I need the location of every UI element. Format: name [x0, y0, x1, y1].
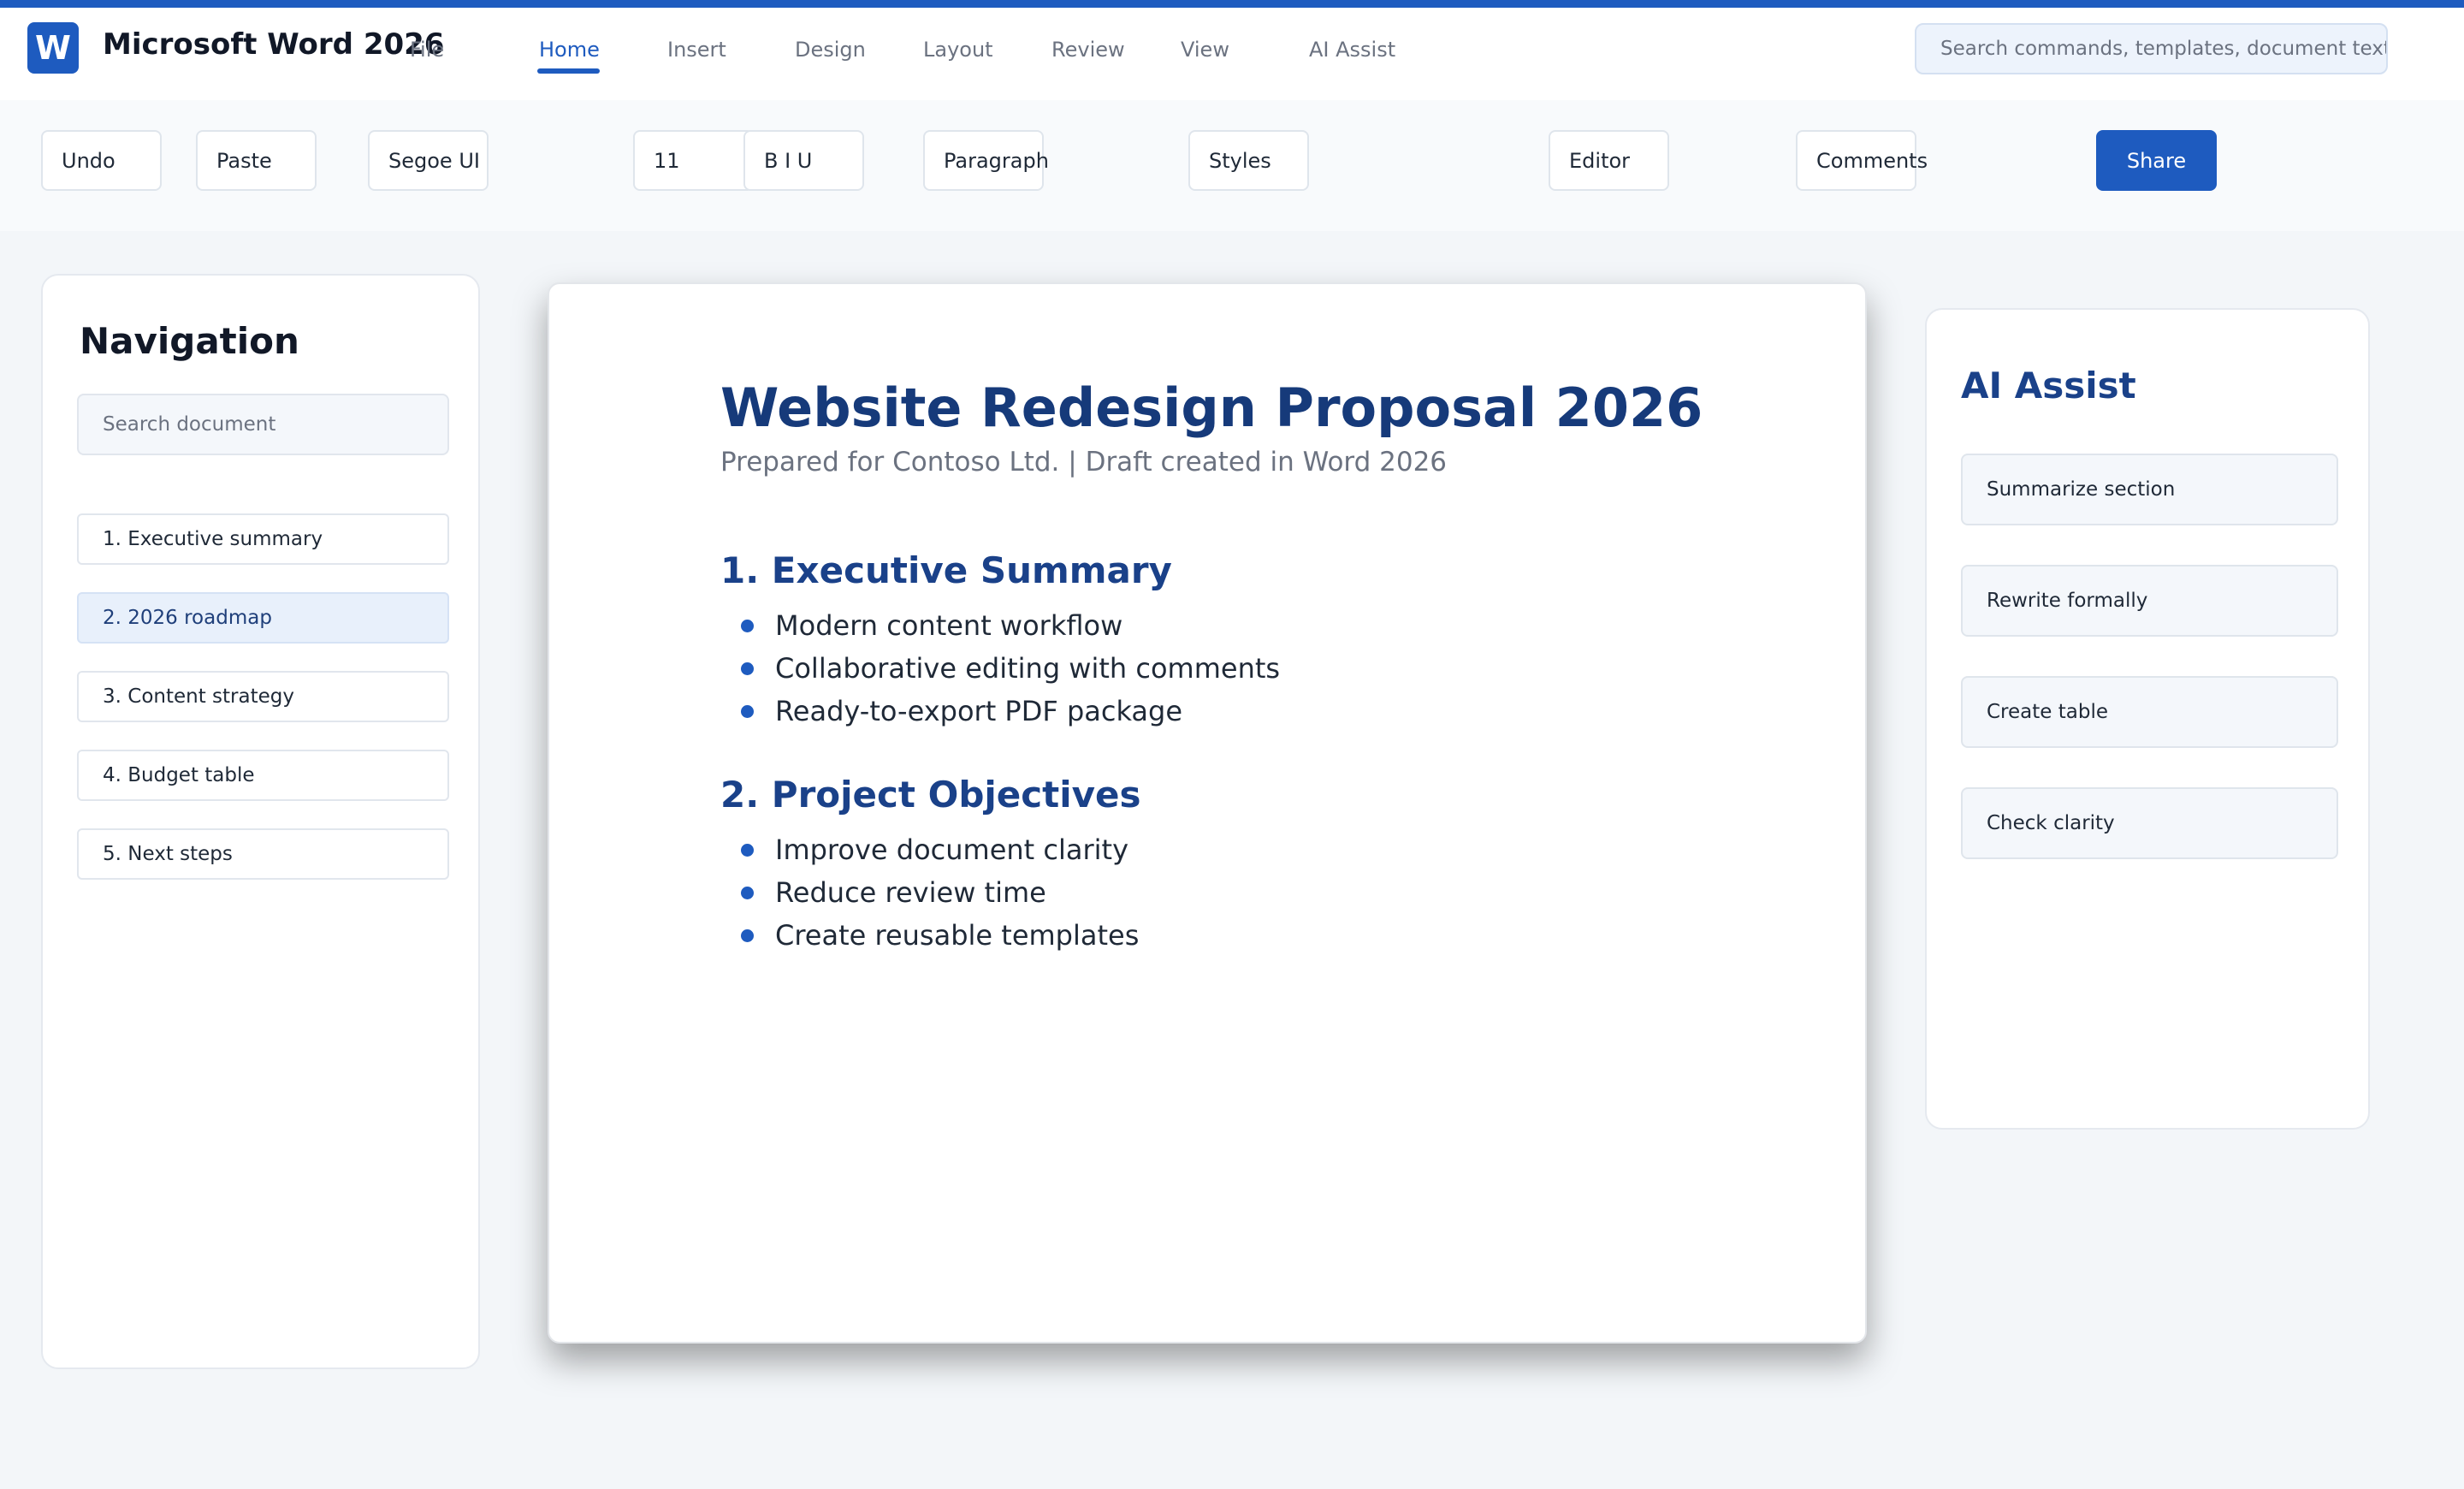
tab-view[interactable]: View — [1181, 38, 1229, 62]
tab-file[interactable]: File — [410, 38, 444, 62]
document-search-input[interactable]: Search document — [77, 394, 449, 455]
bullet-item: Ready-to-export PDF package — [775, 695, 1183, 727]
active-tab-indicator — [537, 68, 600, 74]
command-search-input[interactable]: Search commands, templates, document tex… — [1915, 23, 2388, 74]
paste-button[interactable]: Paste — [196, 130, 317, 191]
tab-design[interactable]: Design — [795, 38, 866, 62]
title-bar: W Microsoft Word 2026 File Home Insert D… — [0, 8, 2464, 100]
bold-italic-underline-buttons[interactable]: B I U — [743, 130, 864, 191]
summarize-section-button[interactable]: Summarize section — [1961, 454, 2338, 525]
tab-review[interactable]: Review — [1051, 38, 1125, 62]
bullet-dot-icon — [741, 705, 754, 718]
nav-item-content-strategy[interactable]: 3. Content strategy — [77, 671, 449, 722]
navigation-title: Navigation — [80, 320, 299, 362]
section-heading: 2. Project Objectives — [720, 774, 1141, 816]
word-logo-icon: W — [27, 22, 79, 74]
ai-assist-title: AI Assist — [1961, 365, 2136, 406]
undo-button[interactable]: Undo — [41, 130, 162, 191]
bullet-item: Improve document clarity — [775, 833, 1128, 866]
create-table-button[interactable]: Create table — [1961, 676, 2338, 748]
accent-bar — [0, 0, 2464, 8]
ribbon-toolbar: Undo Paste Segoe UI 11 B I U Paragraph S… — [0, 100, 2464, 231]
paragraph-button[interactable]: Paragraph — [923, 130, 1049, 191]
comments-button[interactable]: Comments — [1796, 130, 1928, 191]
nav-item-executive-summary[interactable]: 1. Executive summary — [77, 513, 449, 565]
navigation-pane: Navigation Search document 1. Executive … — [41, 274, 480, 1369]
editor-button[interactable]: Editor — [1549, 130, 1669, 191]
tab-home[interactable]: Home — [539, 38, 600, 62]
ai-assist-panel: AI Assist Summarize section Rewrite form… — [1925, 308, 2370, 1130]
check-clarity-button[interactable]: Check clarity — [1961, 787, 2338, 859]
bullet-item: Create reusable templates — [775, 919, 1140, 952]
document-title: Website Redesign Proposal 2026 — [720, 377, 1703, 439]
bullet-item: Reduce review time — [775, 876, 1046, 909]
bullet-dot-icon — [741, 844, 754, 857]
bullet-dot-icon — [741, 929, 754, 942]
nav-item-budget-table[interactable]: 4. Budget table — [77, 750, 449, 801]
bullet-item: Collaborative editing with comments — [775, 652, 1281, 685]
rewrite-formally-button[interactable]: Rewrite formally — [1961, 565, 2338, 637]
bullet-dot-icon — [741, 887, 754, 899]
app-title: Microsoft Word 2026 — [103, 27, 445, 62]
tab-ai-assist[interactable]: AI Assist — [1309, 38, 1395, 62]
document-page[interactable]: Website Redesign Proposal 2026 Prepared … — [548, 282, 1867, 1344]
tab-insert[interactable]: Insert — [667, 38, 726, 62]
document-subtitle: Prepared for Contoso Ltd. | Draft create… — [720, 447, 1448, 478]
share-button[interactable]: Share — [2096, 130, 2217, 191]
font-size-select[interactable]: 11 — [633, 130, 754, 191]
bullet-item: Modern content workflow — [775, 609, 1123, 642]
font-family-select[interactable]: Segoe UI — [368, 130, 489, 191]
nav-item-next-steps[interactable]: 5. Next steps — [77, 828, 449, 880]
tab-layout[interactable]: Layout — [923, 38, 993, 62]
section-heading: 1. Executive Summary — [720, 549, 1172, 591]
bullet-dot-icon — [741, 620, 754, 632]
nav-item-2026-roadmap[interactable]: 2. 2026 roadmap — [77, 592, 449, 644]
styles-button[interactable]: Styles — [1188, 130, 1309, 191]
bullet-dot-icon — [741, 662, 754, 675]
